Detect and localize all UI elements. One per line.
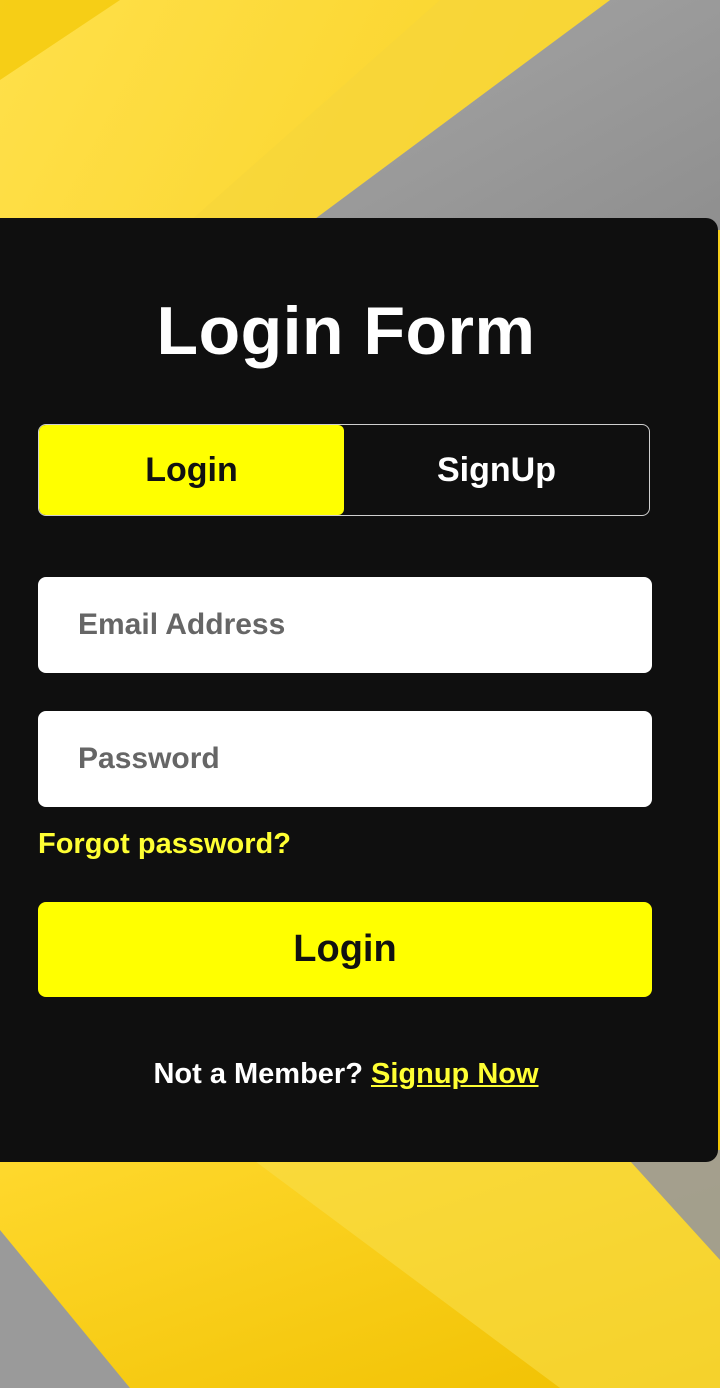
password-input[interactable] <box>38 711 652 807</box>
auth-tabs: Login SignUp <box>38 424 650 516</box>
email-input[interactable] <box>38 577 652 673</box>
signup-now-link[interactable]: Signup Now <box>371 1058 539 1090</box>
forgot-password-link[interactable]: Forgot password? <box>38 824 291 864</box>
login-screen: Login Form Login SignUp Forgot password?… <box>0 0 720 1388</box>
page-title: Login Form <box>156 293 536 369</box>
signup-prompt-text: Not a Member? <box>153 1058 363 1090</box>
tab-signup[interactable]: SignUp <box>344 425 649 515</box>
tab-login[interactable]: Login <box>39 425 344 515</box>
login-button[interactable]: Login <box>38 902 652 997</box>
signup-prompt: Not a Member? Signup Now <box>0 1052 692 1096</box>
